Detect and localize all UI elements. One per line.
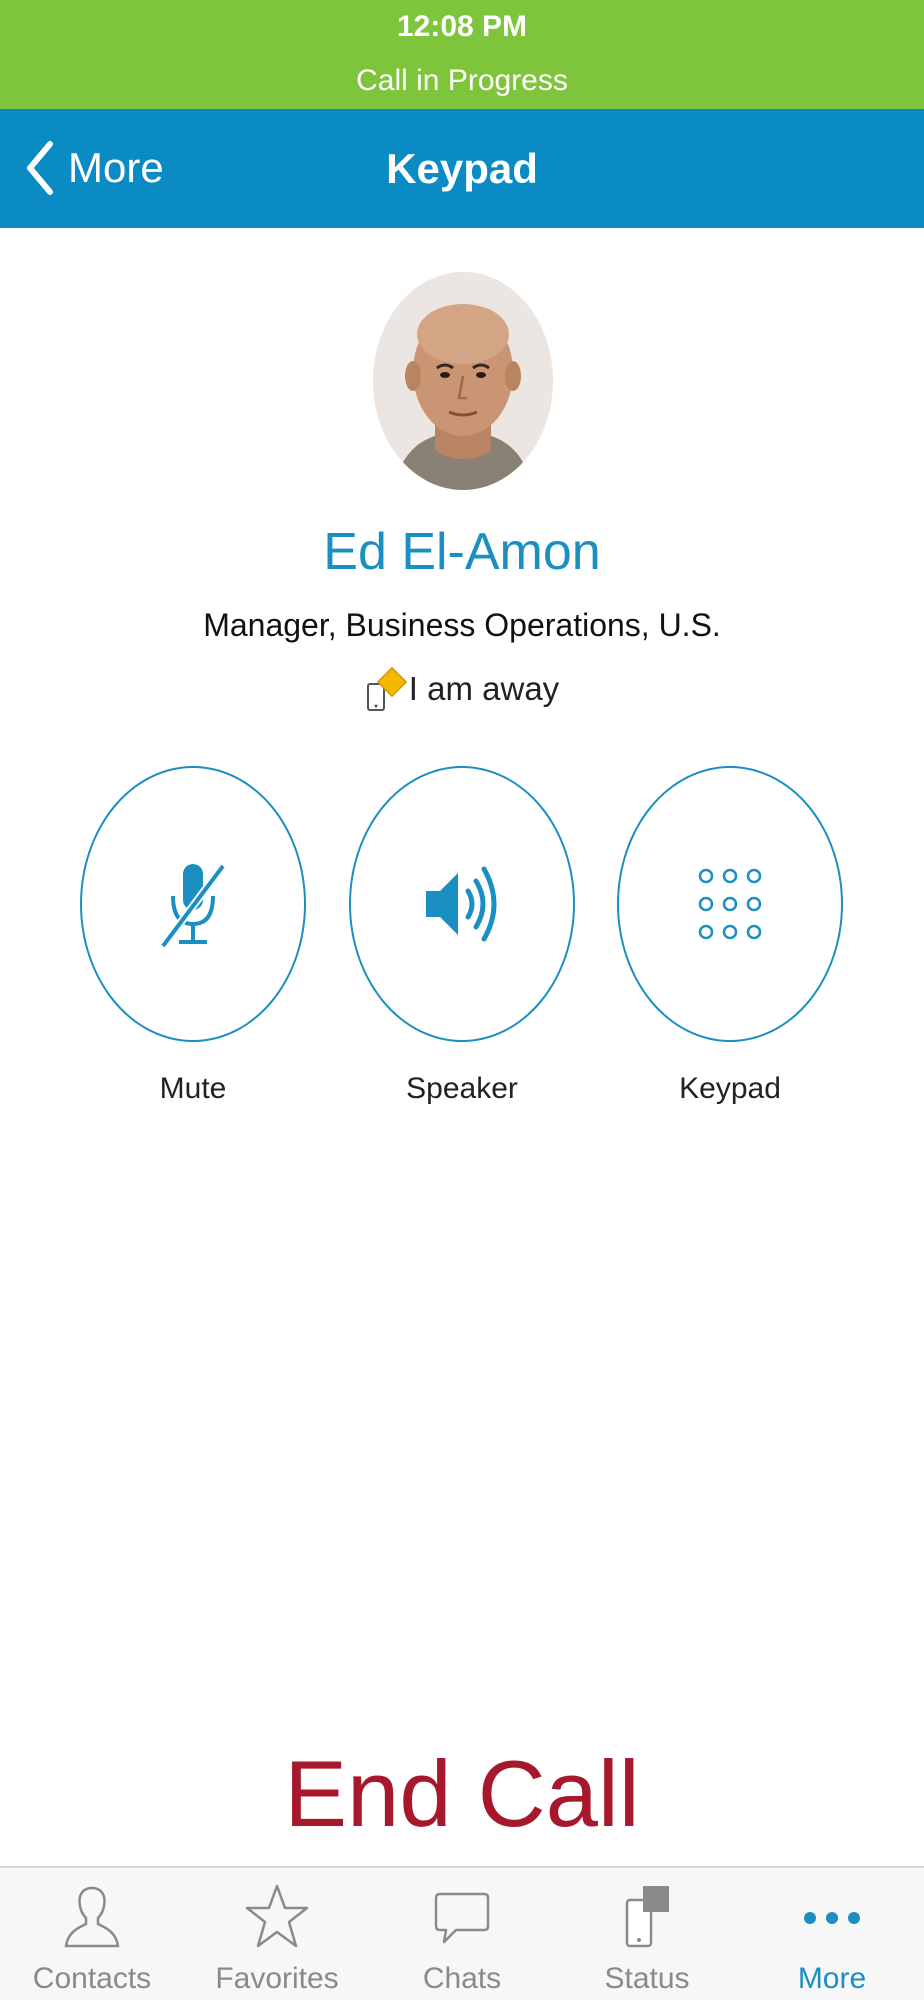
tab-contacts[interactable]: Contacts (0, 1868, 184, 2000)
nav-bar: More Keypad (0, 109, 924, 228)
tab-favorites-label: Favorites (215, 1962, 339, 1995)
mute-button[interactable] (80, 766, 306, 1042)
contacts-icon (64, 1886, 120, 1948)
tab-bar: Contacts Favorites Chats Status More (0, 1866, 924, 2000)
status-bar: 12:08 PM Call in Progress (0, 0, 924, 109)
avatar (373, 272, 553, 490)
tab-chats[interactable]: Chats (370, 1868, 554, 2000)
presence-text: I am away (408, 670, 560, 707)
star-icon (245, 1884, 309, 1948)
more-icon (804, 1912, 860, 1924)
keypad-label: Keypad (679, 1072, 781, 1105)
speaker-label: Speaker (406, 1072, 518, 1105)
contact-job-title: Manager, Business Operations, U.S. (203, 607, 721, 643)
tab-contacts-label: Contacts (32, 1962, 152, 1995)
status-icon (625, 1886, 669, 1948)
tab-more-label: More (797, 1962, 867, 1995)
avatar-photo (373, 272, 553, 490)
tab-status[interactable]: Status (555, 1868, 739, 2000)
speaker-button[interactable] (349, 766, 575, 1042)
contact-name: Ed El-Amon (323, 523, 601, 581)
away-mobile-presence-icon (366, 666, 407, 711)
keypad-grid-icon (698, 868, 762, 940)
tab-status-label: Status (604, 1962, 690, 1995)
end-call-button[interactable]: End Call (0, 1740, 924, 1848)
tab-chats-label: Chats (422, 1962, 502, 1995)
status-time: 12:08 PM (396, 10, 528, 43)
call-in-progress-banner[interactable]: Call in Progress (0, 64, 924, 98)
keypad-button[interactable] (617, 766, 843, 1042)
tab-more[interactable]: More (740, 1868, 924, 2000)
speaker-icon (426, 866, 497, 942)
chat-icon (434, 1892, 490, 1944)
microphone-muted-icon (159, 863, 227, 949)
page-title: Keypad (386, 145, 538, 192)
mute-label: Mute (159, 1072, 227, 1105)
tab-favorites[interactable]: Favorites (185, 1868, 369, 2000)
presence-status: I am away (0, 666, 924, 712)
